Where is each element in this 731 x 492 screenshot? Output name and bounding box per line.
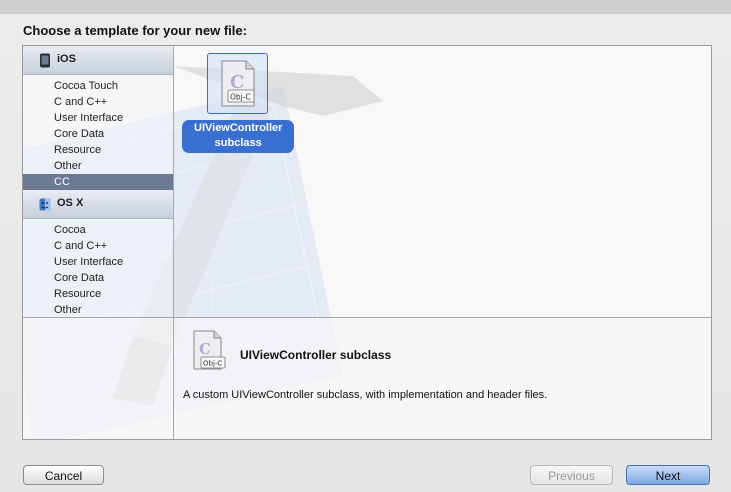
template-label-line1: UIViewController (188, 121, 289, 136)
sidebar-item-label: CC (54, 176, 70, 188)
sidebar-item-ios-resource[interactable]: Resource (23, 142, 173, 158)
template-label-line2: subclass (208, 136, 268, 151)
svg-text:Obj-C: Obj-C (203, 360, 222, 368)
sidebar-item-osx-other[interactable]: Other (23, 302, 173, 318)
template-label: UIViewController subclass (182, 120, 295, 153)
description-text: A custom UIViewController subclass, with… (183, 389, 548, 401)
window-toolbar-strip (0, 0, 731, 15)
sidebar-item-label: C and C++ (54, 96, 108, 108)
sidebar-item-cocoa-touch[interactable]: Cocoa Touch (23, 78, 173, 94)
sidebar-item-ios-user-interface[interactable]: User Interface (23, 110, 173, 126)
cancel-button[interactable]: Cancel (23, 465, 104, 485)
previous-button[interactable]: Previous (530, 465, 613, 485)
sidebar-item-osx-user-interface[interactable]: User Interface (23, 254, 173, 270)
sidebar-item-label: Core Data (54, 128, 105, 140)
sidebar-item-label: Other (54, 160, 82, 172)
sidebar-item-label: C and C++ (54, 240, 108, 252)
template-category-sidebar: iOS Cocoa Touch C and C++ User Interface… (23, 46, 174, 317)
sidebar-item-label: Other (54, 304, 82, 316)
sheet-heading: Choose a template for your new file: (23, 23, 247, 38)
sidebar-item-ios-c-cpp[interactable]: C and C++ (23, 94, 173, 110)
sidebar-item-osx-core-data[interactable]: Core Data (23, 270, 173, 286)
objc-file-icon: C Obj-C (193, 330, 226, 370)
sidebar-item-label: Cocoa Touch (54, 80, 119, 92)
template-grid: C Obj-C UIViewController subclass (174, 46, 711, 317)
section-header-osx[interactable]: OS X (23, 190, 173, 219)
svg-text:Obj-C: Obj-C (230, 93, 251, 102)
sidebar-item-label: User Interface (54, 112, 124, 124)
sidebar-item-ios-other[interactable]: Other (23, 158, 173, 174)
description-divider (173, 318, 174, 439)
sidebar-item-label: Resource (54, 144, 102, 156)
section-header-ios[interactable]: iOS (23, 46, 173, 75)
next-button[interactable]: Next (626, 465, 710, 485)
sidebar-item-label: Resource (54, 288, 102, 300)
sidebar-item-osx-c-cpp[interactable]: C and C++ (23, 238, 173, 254)
sidebar-item-cc[interactable]: CC (23, 174, 173, 190)
section-label-ios: iOS (57, 53, 76, 65)
objc-file-icon: C Obj-C (221, 60, 255, 107)
sidebar-item-osx-resource[interactable]: Resource (23, 286, 173, 302)
sidebar-item-label: Cocoa (54, 224, 86, 236)
description-title: UIViewController subclass (240, 348, 392, 362)
sidebar-item-cocoa[interactable]: Cocoa (23, 222, 173, 238)
sidebar-item-label: Core Data (54, 272, 105, 284)
svg-text:C: C (199, 340, 211, 358)
sidebar-item-label: User Interface (54, 256, 124, 268)
section-label-osx: OS X (57, 197, 84, 209)
template-selection-frame: C Obj-C (207, 53, 268, 114)
sidebar-item-ios-core-data[interactable]: Core Data (23, 126, 173, 142)
template-chooser-panel: iOS Cocoa Touch C and C++ User Interface… (22, 45, 712, 440)
template-description-area: C Obj-C UIViewController subclass A cust… (23, 317, 711, 439)
finder-icon (39, 198, 51, 211)
new-file-sheet: Choose a template for your new file: iOS… (0, 14, 731, 492)
iphone-icon (40, 53, 50, 68)
template-uiviewcontroller-subclass[interactable]: C Obj-C UIViewController subclass (182, 53, 295, 153)
